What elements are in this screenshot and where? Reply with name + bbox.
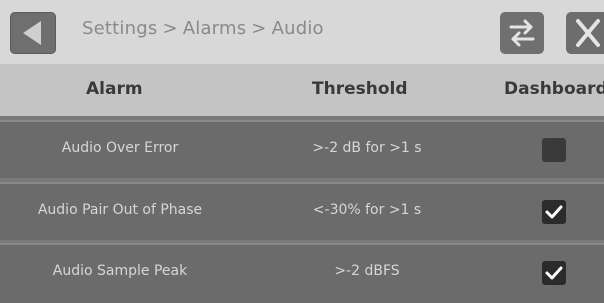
table-row[interactable]: Audio Over Error >-2 dB for >1 s <box>0 120 604 178</box>
close-icon <box>576 19 600 47</box>
alarm-name: Audio Over Error <box>61 140 179 156</box>
title-bar: Settings > Alarms > Audio <box>0 0 604 64</box>
table-header: Alarm Threshold Dashboard <box>0 64 604 116</box>
breadcrumb-separator: > <box>251 18 267 39</box>
column-header-threshold: Threshold <box>312 79 408 99</box>
audio-alarms-settings-screen: Settings > Alarms > Audio Alarm Threshol… <box>0 0 604 303</box>
alarm-threshold[interactable]: >-2 dBFS <box>302 263 432 279</box>
alarm-name: Audio Pair Out of Phase <box>37 202 203 218</box>
back-button[interactable] <box>10 12 56 54</box>
dashboard-checkbox[interactable] <box>542 261 566 285</box>
breadcrumb-item-alarms[interactable]: Alarms <box>183 18 247 39</box>
breadcrumb: Settings > Alarms > Audio <box>82 18 324 39</box>
dashboard-checkbox[interactable] <box>542 138 566 162</box>
column-header-alarm: Alarm <box>86 79 143 99</box>
table-row[interactable]: Audio Sample Peak >-2 dBFS <box>0 243 604 303</box>
swap-arrows-icon <box>509 19 535 47</box>
back-arrow-icon <box>23 21 41 45</box>
breadcrumb-separator: > <box>162 18 178 39</box>
column-header-dashboard: Dashboard <box>504 79 604 99</box>
alarm-threshold[interactable]: >-2 dB for >1 s <box>302 140 432 156</box>
dashboard-checkbox[interactable] <box>542 200 566 224</box>
swap-button[interactable] <box>500 12 544 54</box>
alarm-threshold[interactable]: <-30% for >1 s <box>302 202 432 218</box>
checkmark-icon <box>545 205 563 219</box>
breadcrumb-item-audio: Audio <box>271 18 324 39</box>
close-button[interactable] <box>566 12 604 54</box>
breadcrumb-item-settings[interactable]: Settings <box>82 18 157 39</box>
alarm-name: Audio Sample Peak <box>52 263 188 279</box>
table-row[interactable]: Audio Pair Out of Phase <-30% for >1 s <box>0 182 604 240</box>
checkmark-icon <box>545 266 563 280</box>
